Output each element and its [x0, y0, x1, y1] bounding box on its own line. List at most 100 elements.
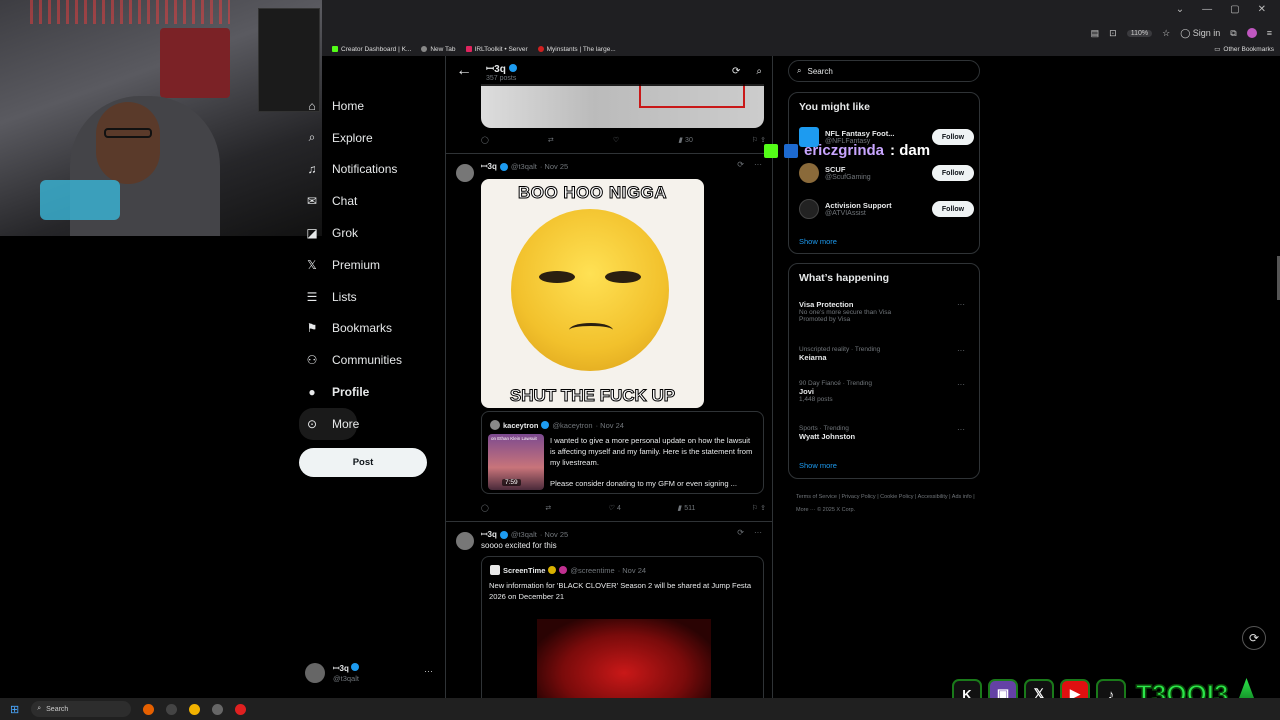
suggestion-item[interactable]: Activision Support @ATVIAssist Follow	[799, 197, 974, 221]
follow-button[interactable]: Follow	[932, 129, 974, 145]
account-name-text: ꟷ3q	[333, 664, 349, 673]
tweet-author[interactable]: ꟷ3q	[481, 529, 497, 540]
header-title-text: ꟷ3q	[486, 63, 506, 75]
windows-start-icon[interactable]: ⊞	[10, 703, 19, 716]
nav-grok[interactable]: ◪ Grok	[299, 217, 439, 249]
suggestion-item[interactable]: SCUF @ScufGaming Follow	[799, 161, 974, 185]
tweet-date[interactable]: · Nov 25	[540, 530, 568, 539]
quote-image[interactable]	[537, 619, 711, 700]
account-switcher[interactable]: ꟷ3q @t3qalt ···	[305, 660, 441, 686]
other-bookmarks-label: Other Bookmarks	[1223, 45, 1274, 53]
tweet-image[interactable]	[481, 84, 764, 128]
quoted-tweet[interactable]: kaceytron @kaceytron · Nov 24 on Ethan K…	[481, 411, 764, 494]
trend-item[interactable]: Visa Protection No one's more secure tha…	[799, 300, 971, 323]
reply-icon[interactable]: ◯	[481, 136, 489, 144]
meme-top-text: BOO HOO NIGGA	[517, 183, 668, 203]
nav-bookmarks[interactable]: ⚑ Bookmarks	[299, 313, 439, 345]
trend-item[interactable]: Sports · Trending Wyatt Johnston ···	[799, 425, 971, 441]
more-dots-icon[interactable]: ···	[424, 666, 433, 676]
zoom-level[interactable]: 110%	[1126, 29, 1153, 37]
grok-floating-icon[interactable]: ⟳	[1242, 626, 1266, 650]
show-more-link[interactable]: Show more	[799, 461, 837, 470]
post-button[interactable]: Post	[299, 448, 427, 477]
retweet-icon[interactable]: ⇄	[548, 136, 554, 144]
more-dots-icon[interactable]: ···	[957, 346, 965, 355]
grok-icon[interactable]: ⟳	[737, 160, 744, 169]
follow-button[interactable]: Follow	[932, 165, 974, 181]
trend-item[interactable]: 90 Day Fiancé · Trending Jovi 1,448 post…	[799, 380, 971, 403]
views-stat[interactable]: ▮ 511	[677, 504, 695, 513]
tweet-date[interactable]: · Nov 25	[540, 162, 568, 171]
taskbar-search[interactable]: ⌕ Search	[31, 701, 132, 717]
chrome-icon[interactable]	[189, 703, 201, 715]
grok-icon[interactable]: ⟳	[732, 66, 740, 77]
streamer-glasses	[104, 128, 152, 138]
profile-icon[interactable]	[1246, 28, 1257, 38]
bookmark-label: Creator Dashboard | K...	[341, 45, 412, 53]
bookmark-item[interactable]: New Tab	[421, 46, 456, 53]
tweet-handle[interactable]: @t3qalt	[511, 162, 537, 171]
trend-name: Wyatt Johnston	[799, 432, 856, 441]
sign-in-button[interactable]: ◯ Sign in	[1180, 28, 1220, 39]
back-arrow-icon[interactable]: ←	[456, 62, 472, 80]
search-input[interactable]: ⌕ Search	[788, 60, 980, 82]
chevron-down-icon[interactable]: ⌄	[1176, 4, 1184, 15]
nav-premium[interactable]: 𝕏 Premium	[299, 249, 439, 281]
bookmark-item[interactable]: Creator Dashboard | K...	[332, 46, 411, 53]
show-more-link[interactable]: Show more	[799, 237, 837, 246]
grok-icon[interactable]: ⟳	[737, 528, 744, 537]
more-dots-icon[interactable]: ···	[957, 425, 965, 434]
more-dots-icon[interactable]: ···	[957, 380, 965, 389]
search-placeholder: Search	[807, 66, 833, 76]
screenshot-icon[interactable]: ⊡	[1109, 28, 1117, 39]
views-stat[interactable]: ▮ 30	[678, 136, 693, 145]
nav-more[interactable]: ⊙ More	[299, 407, 359, 440]
close-icon[interactable]: ✕	[1258, 4, 1266, 15]
crying-emoji	[511, 209, 669, 371]
more-dots-icon[interactable]: ···	[957, 300, 965, 309]
meme-image[interactable]: BOO HOO NIGGA SHUT THE FUCK UP	[481, 179, 704, 408]
star-icon[interactable]: ☆	[1162, 28, 1170, 39]
retweet-icon[interactable]: ⇄	[545, 504, 551, 512]
verified-icon	[541, 421, 550, 429]
reply-icon[interactable]: ◯	[481, 504, 489, 512]
quoted-tweet[interactable]: ScreenTime @screentime · Nov 24 New info…	[481, 556, 764, 700]
other-bookmarks[interactable]: ▭ Other Bookmarks	[1214, 45, 1280, 54]
avatar[interactable]	[456, 164, 474, 182]
more-dots-icon[interactable]: ···	[754, 160, 762, 169]
image-highlight-box	[639, 84, 745, 108]
minimize-icon[interactable]: —	[1202, 4, 1212, 15]
tweet-handle[interactable]: @t3qalt	[511, 530, 537, 539]
bookmark-item[interactable]: Myinstants | The large...	[537, 46, 616, 53]
nav-chat[interactable]: ✉ Chat	[299, 185, 439, 217]
search-icon[interactable]: ⌕	[756, 66, 762, 77]
nav-notifications[interactable]: ♫ Notifications	[299, 154, 439, 186]
menu-icon[interactable]: ≡	[1267, 28, 1272, 38]
app-icon[interactable]	[166, 703, 178, 715]
streamer-head	[96, 102, 160, 184]
quote-author: kaceytron	[503, 420, 539, 430]
firefox-icon[interactable]	[143, 703, 155, 715]
follow-button[interactable]: Follow	[932, 201, 974, 217]
nav-lists[interactable]: ☰ Lists	[299, 281, 439, 313]
like-stat[interactable]: ♡ 4	[608, 504, 621, 513]
maximize-icon[interactable]: ▢	[1230, 4, 1239, 15]
app-icon[interactable]	[235, 703, 247, 715]
obs-icon[interactable]	[212, 703, 224, 715]
bookmarks-bar: Creator Dashboard | K... New Tab IRLTool…	[322, 42, 1280, 56]
footer-links[interactable]: Terms of Service | Privacy Policy | Cook…	[796, 491, 976, 517]
nav-communities[interactable]: ⚇ Communities	[299, 344, 439, 376]
more-dots-icon[interactable]: ···	[754, 528, 762, 537]
bookmark-item[interactable]: IRLToolkit • Server	[465, 46, 528, 53]
reader-icon[interactable]: ▤	[1091, 28, 1100, 39]
bookmark-icon[interactable]: ⚐ ⇪	[752, 504, 766, 512]
tweet-author[interactable]: ꟷ3q	[481, 161, 497, 172]
video-thumbnail[interactable]: on Ethan Klein Lawsuit 7:59	[488, 434, 544, 490]
nav-home[interactable]: ⌂ Home	[299, 90, 439, 122]
avatar[interactable]	[456, 532, 474, 550]
extensions-icon[interactable]: ⧉	[1230, 28, 1236, 39]
nav-explore[interactable]: ⌕ Explore	[299, 122, 439, 154]
trend-item[interactable]: Unscripted reality · Trending Keiarna ··…	[799, 346, 971, 362]
like-icon[interactable]: ♡	[613, 136, 619, 144]
nav-profile[interactable]: ● Profile	[299, 376, 439, 408]
